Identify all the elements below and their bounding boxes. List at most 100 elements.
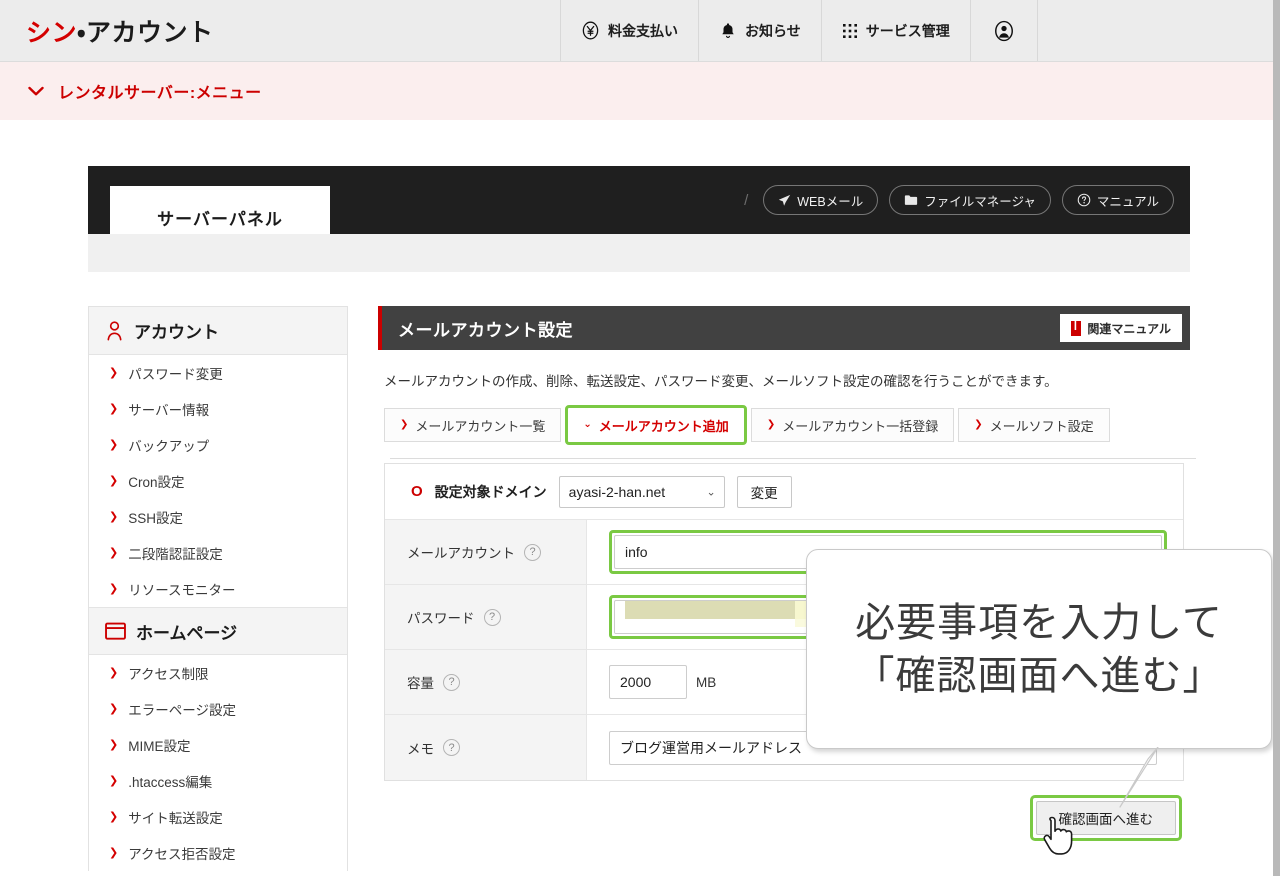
sidebar-item-error-page[interactable]: ❯ エラーページ設定 [89,691,347,727]
sidebar-item-access-deny[interactable]: ❯ アクセス拒否設定 [89,835,347,871]
memo-label: メモ [407,741,434,757]
sidebar-item-cron[interactable]: ❯ Cron設定 [89,463,347,499]
account-menu-button[interactable] [969,0,1038,61]
bullet-arrow-icon: ❯ [109,402,119,415]
global-nav: 料金支払い お知らせ サービス管理 [560,0,1274,61]
brand-logo-red: シン [26,18,78,47]
tab-label: メールソフト設定 [989,418,1094,434]
sidebar-item-label: アクセス拒否設定 [128,847,236,862]
sidebar-item-label: SSH設定 [128,511,183,526]
sidebar-item-label: バックアップ [128,439,210,454]
sidebar-item-label: エラーページ設定 [128,703,236,718]
target-domain-select[interactable]: ayasi-2-han.net [558,475,725,508]
nav-item-notice[interactable]: お知らせ [698,0,821,61]
question-circle-icon [1077,193,1091,207]
sidebar-section-account-title: アカウント [134,323,219,342]
bullet-arrow-icon: ❯ [109,474,119,487]
form-row-target-domain: O 設定対象ドメイン ayasi-2-han.net ⌄ 変更 [385,464,1183,521]
tab-mail-account-list[interactable]: ❯ メールアカウント一覧 [384,408,562,443]
tab-label: メールアカウント一括登録 [782,418,939,434]
mouse-cursor-pointing-hand [1043,816,1073,855]
page-description: メールアカウントの作成、削除、転送設定、パスワード変更、メールソフト設定の確認を… [384,374,1058,389]
nav-item-service-admin-label: サービス管理 [865,22,950,39]
server-panel-subbar [88,234,1190,272]
target-domain-select-wrap: ayasi-2-han.net ⌄ [558,475,725,508]
help-icon[interactable]: ? [483,608,501,626]
callout-tail [1119,747,1159,808]
sidebar-item-mime[interactable]: ❯ MIME設定 [89,727,347,763]
sidebar: アカウント ❯ パスワード変更 ❯ サーバー情報 ❯ バックアップ ❯ Cron… [88,306,348,871]
help-icon[interactable]: ? [443,673,460,691]
red-book-icon [1071,320,1082,336]
rental-server-menu-strip[interactable]: レンタルサーバー:メニュー [0,62,1274,120]
sidebar-section-homepage-header: ホームページ [89,607,347,655]
brand-logo[interactable]: シン ・アカウント [0,0,560,61]
nav-item-service-admin[interactable]: サービス管理 [820,0,970,61]
sidebar-item-label: 二段階認証設定 [128,547,223,562]
sidebar-item-server-info[interactable]: ❯ サーバー情報 [89,391,347,427]
required-marker-icon: O [411,483,423,501]
bullet-arrow-icon: ❯ [109,846,119,859]
help-icon[interactable]: ? [443,739,460,757]
tab-mail-account-bulk[interactable]: ❯ メールアカウント一括登録 [750,408,955,443]
bullet-arrow-icon: ❯ [400,419,409,431]
grid-apps-icon [842,23,858,39]
bullet-arrow-icon: ❯ [109,666,119,679]
change-domain-button[interactable]: 変更 [736,475,792,508]
redaction-block [625,601,795,620]
sidebar-item-htaccess[interactable]: ❯ .htaccess編集 [89,763,347,799]
bullet-arrow-icon: ❯ [109,582,119,595]
bullet-arrow-icon: ❯ [109,702,119,715]
bullet-arrow-icon: ❯ [109,510,119,523]
sidebar-item-password-change[interactable]: ❯ パスワード変更 [89,355,347,391]
capacity-input[interactable] [609,665,687,700]
sidebar-item-label: アクセス制限 [128,667,209,682]
sidebar-item-ssh[interactable]: ❯ SSH設定 [89,499,347,535]
bullet-arrow-icon: ❯ [974,419,983,431]
sidebar-item-site-forward[interactable]: ❯ サイト転送設定 [89,799,347,835]
file-manager-label: ファイルマネージャ [924,194,1036,209]
sidebar-item-label: Cron設定 [128,475,185,490]
sidebar-item-backup[interactable]: ❯ バックアップ [89,427,347,463]
tools-separator: / [744,191,749,209]
nav-item-notice-label: お知らせ [745,22,801,39]
sidebar-item-two-factor[interactable]: ❯ 二段階認証設定 [89,535,347,571]
webmail-button[interactable]: WEBメール [763,185,879,215]
bullet-arrow-icon: ❯ [109,738,119,751]
capacity-label: 容量 [407,676,434,692]
tab-underline [390,458,1196,460]
bullet-arrow-icon: ❯ [109,546,119,559]
callout-line-1: 必要事項を入力して [855,599,1223,645]
paper-plane-icon [778,194,791,207]
brand-logo-dark: ・アカウント [77,18,214,47]
global-header: シン ・アカウント 料金支払い お知らせ サービス管理 [0,0,1274,62]
page-title: メールアカウント設定 [398,320,573,340]
tab-mail-account-add[interactable]: ⌄ メールアカウント追加 [565,405,747,446]
target-domain-label: 設定対象ドメイン [434,483,547,500]
tab-label: メールアカウント追加 [598,418,729,434]
capacity-label-cell: 容量 ? [385,650,587,715]
sidebar-item-access-restriction[interactable]: ❯ アクセス制限 [89,655,347,691]
page-title-bar: メールアカウント設定 関連マニュアル [378,306,1190,350]
related-manual-button[interactable]: 関連マニュアル [1060,314,1182,342]
rental-server-menu-label: レンタルサーバー:メニュー [58,85,262,102]
help-icon[interactable]: ? [524,543,541,561]
password-label-cell: パスワード ? [385,585,587,650]
sidebar-item-label: リソースモニター [128,583,236,598]
file-manager-button[interactable]: ファイルマネージャ [889,185,1051,215]
bullet-arrow-icon: ❯ [109,810,119,823]
sidebar-item-label: MIME設定 [128,739,191,754]
mail-account-label-cell: メールアカウント ? [385,520,587,585]
related-manual-label: 関連マニュアル [1087,321,1171,336]
user-circle-icon [993,20,1015,42]
tab-mail-software-settings[interactable]: ❯ メールソフト設定 [958,408,1110,443]
folder-icon [904,194,918,206]
tab-bar: ❯ メールアカウント一覧 ⌄ メールアカウント追加 ❯ メールアカウント一括登録… [384,405,1196,460]
page-scrollbar[interactable] [1273,0,1280,876]
nav-item-payment[interactable]: 料金支払い [560,0,698,61]
page-scrollbar-thumb[interactable] [1273,0,1280,876]
manual-pill-button[interactable]: マニュアル [1061,185,1174,215]
password-label: パスワード [407,611,475,627]
tab-label: メールアカウント一覧 [415,418,546,434]
sidebar-item-resource-monitor[interactable]: ❯ リソースモニター [89,571,347,607]
